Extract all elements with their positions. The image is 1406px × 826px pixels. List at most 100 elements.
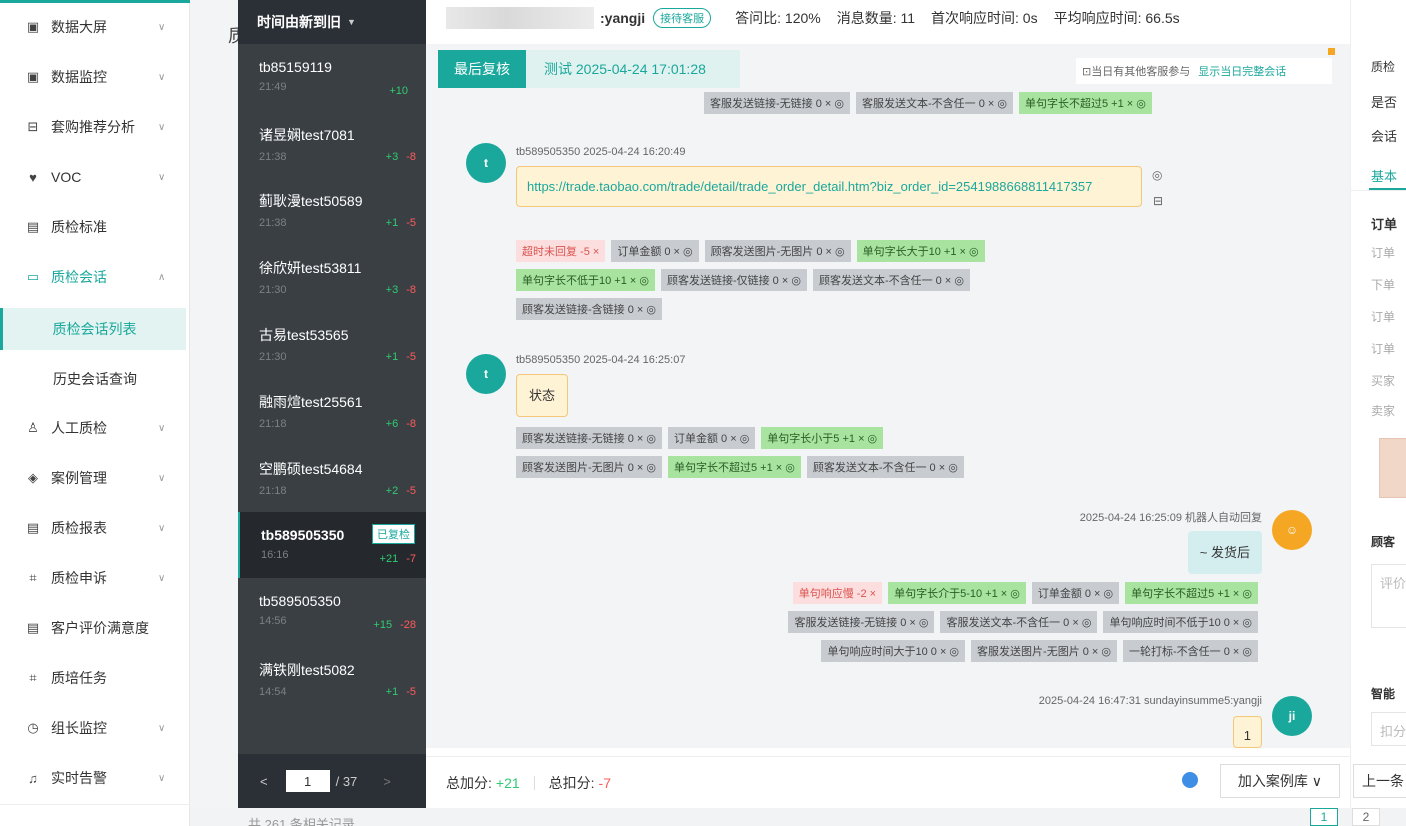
comment-textarea[interactable]: 评价 xyxy=(1371,564,1406,628)
session-item[interactable]: 徐欣妍test53811 21:30 +3 -8 xyxy=(238,243,426,309)
panel-text: 会话 xyxy=(1371,129,1398,144)
qc-tag[interactable]: 单句字长不超过5 +1 × ◎ xyxy=(1018,92,1152,114)
add-to-case-library-button[interactable]: 加入案例库 ∨ xyxy=(1220,764,1340,798)
session-item[interactable]: 蓟耿漫test50589 21:38 +1 -5 xyxy=(238,176,426,242)
satisfaction-icon: ▤ xyxy=(26,620,40,635)
qc-tag[interactable]: 单句响应时间不低于10 0 × ◎ xyxy=(1103,611,1258,633)
panel-text: 订单 xyxy=(1371,217,1398,232)
qc-tag[interactable]: 客服发送图片-无图片 0 × ◎ xyxy=(971,640,1118,662)
message-bubble[interactable]: 状态 xyxy=(516,374,569,417)
agent-avatar: ji xyxy=(1272,696,1312,736)
caret-down-icon: ▼ xyxy=(347,17,356,27)
qc-tag[interactable]: 顾客发送链接-仅链接 0 × ◎ xyxy=(660,269,807,291)
qc-tag[interactable]: 订单金额 0 × ◎ xyxy=(1031,582,1120,604)
nav-item-qc-appeal[interactable]: ⌗ 质检申诉 ∨ xyxy=(0,553,190,603)
message-bubble-agent[interactable]: 1 xyxy=(1232,716,1262,748)
qc-tag[interactable]: 客服发送链接-无链接 0 × ◎ xyxy=(788,611,935,633)
role-tag: 接待客服 xyxy=(653,8,712,28)
panel-text: 质检 xyxy=(1371,60,1396,74)
session-item[interactable]: 诸昱娴test7081 21:38 +3 -8 xyxy=(238,110,426,176)
comment-icon[interactable]: ⊟ xyxy=(1153,194,1163,208)
nav-item-qc-report[interactable]: ▤ 质检报表 ∨ xyxy=(0,503,190,553)
page-input[interactable]: 1 xyxy=(285,770,330,792)
qc-tag-row: 单句响应时间大于10 0 × ◎ 客服发送图片-无图片 0 × ◎ 一轮打标-不… xyxy=(821,640,1258,662)
qc-tag[interactable]: 客服发送文本-不含任一 0 × ◎ xyxy=(855,92,1013,114)
session-item[interactable]: 古易test53565 21:30 +1 -5 xyxy=(238,310,426,376)
dashboard-icon: ▣ xyxy=(26,19,40,34)
total-minus: -7 xyxy=(598,774,611,791)
qc-tag-row: 客服发送链接-无链接 0 × ◎ 客服发送文本-不含任一 0 × ◎ 单句字长不… xyxy=(704,92,1152,114)
previous-button[interactable]: 上一条 xyxy=(1353,764,1406,798)
total-pages: / 37 xyxy=(335,773,358,789)
qc-tag[interactable]: 订单金额 0 × ◎ xyxy=(611,240,699,262)
sort-dropdown[interactable]: 时间由新到旧 ▼ xyxy=(238,0,426,44)
qc-tag[interactable]: 顾客发送链接-含链接 0 × ◎ xyxy=(516,298,662,320)
qc-tag[interactable]: 单句响应时间大于10 0 × ◎ xyxy=(821,640,966,662)
chat-icon: ▭ xyxy=(26,269,40,284)
message-meta: 2025-04-24 16:25:09 机器人自动回复 xyxy=(1079,512,1262,524)
qc-tag[interactable]: 顾客发送文本-不含任一 0 × ◎ xyxy=(812,269,970,291)
page-button-1[interactable]: 1 xyxy=(1310,808,1338,826)
nav-sub-history-query[interactable]: 历史会话查询 xyxy=(0,358,190,400)
chevron-up-icon: ∧ xyxy=(158,271,166,283)
case-icon: ◈ xyxy=(28,470,38,485)
page-button-2[interactable]: 2 xyxy=(1352,808,1380,826)
panel-text: 订单 xyxy=(1371,342,1396,356)
session-item-active[interactable]: tb589505350 已复检 16:16 +21 -7 xyxy=(238,512,426,578)
nav-item-data-monitor[interactable]: ▣ 数据监控 ∨ xyxy=(0,52,190,102)
eye-icon[interactable]: ◎ xyxy=(1152,168,1162,182)
assistant-icon[interactable] xyxy=(1182,772,1198,788)
nav-item-case-management[interactable]: ◈ 案例管理 ∨ xyxy=(0,453,190,503)
nav-sub-session-list[interactable]: 质检会话列表 xyxy=(0,308,186,350)
prev-page-button[interactable]: < xyxy=(260,774,268,789)
nav-collapse-bar[interactable] xyxy=(0,804,190,826)
report-icon: ▤ xyxy=(26,520,40,535)
app-root: ▣ 数据大屏 ∨ ▣ 数据监控 ∨ ⊟ 套购推荐分析 ∨ ♥ VOC ∨ ▤ 质检标准 ▭ 质检会话… xyxy=(0,0,1406,826)
qc-tag[interactable]: 单句字长介于5-10 +1 × ◎ xyxy=(888,582,1026,604)
nav-item-leader-monitor[interactable]: ◷ 组长监控 ∨ xyxy=(0,703,190,753)
next-page-button[interactable]: > xyxy=(383,774,391,789)
nav-item-recommend-analysis[interactable]: ⊟ 套购推荐分析 ∨ xyxy=(0,102,190,152)
session-item[interactable]: tb589505350 14:56 +15 -28 xyxy=(238,578,426,644)
qc-tag[interactable]: 客服发送链接-无链接 0 × ◎ xyxy=(704,92,850,114)
first-response-time: 首次响应时间: 0s xyxy=(931,10,1038,26)
nav-item-voc[interactable]: ♥ VOC ∨ xyxy=(0,152,190,202)
deduct-input[interactable]: 扣分 xyxy=(1371,712,1406,746)
session-item[interactable]: tb85159119 21:49 +10 xyxy=(238,44,426,110)
session-item[interactable]: 空鹏硕test54684 21:18 +2 -5 xyxy=(238,444,426,510)
nav-item-data-screen[interactable]: ▣ 数据大屏 ∨ xyxy=(0,2,190,52)
qc-tag[interactable]: 一轮打标-不含任一 0 × ◎ xyxy=(1123,640,1258,662)
product-image[interactable] xyxy=(1379,438,1406,498)
qc-tag[interactable]: 顾客发送文本-不含任一 0 × ◎ xyxy=(806,456,964,478)
nav-item-qc-standard[interactable]: ▤ 质检标准 xyxy=(0,202,190,252)
qc-tag[interactable]: 单句字长不超过5 +1 × ◎ xyxy=(667,456,801,478)
nav-item-satisfaction[interactable]: ▤ 客户评价满意度 xyxy=(0,603,190,653)
qc-tag[interactable]: 顾客发送链接-无链接 0 × ◎ xyxy=(516,427,662,449)
qc-tag[interactable]: 单句字长不超过5 +1 × ◎ xyxy=(1125,582,1258,604)
divider xyxy=(1351,190,1406,191)
qc-tag[interactable]: 订单金额 0 × ◎ xyxy=(667,427,756,449)
qc-tag[interactable]: 单句响应慢 -2 × xyxy=(792,582,883,604)
nav-item-qc-session[interactable]: ▭ 质检会话 ∧ xyxy=(0,252,190,302)
qc-tag[interactable]: 单句字长大于10 +1 × ◎ xyxy=(856,240,985,262)
qc-tag[interactable]: 超时未回复 -5 × xyxy=(516,240,606,262)
nav-item-realtime-alert[interactable]: ♫ 实时告警 ∨ xyxy=(0,753,190,803)
tab-basic-info[interactable]: 基本 xyxy=(1371,166,1397,185)
session-item[interactable]: 融雨煊test25561 21:18 +6 -8 xyxy=(238,377,426,443)
session-item[interactable]: 满铁刚test5082 14:54 +1 -5 xyxy=(238,645,426,711)
qc-tag[interactable]: 单句字长不低于10 +1 × ◎ xyxy=(516,269,655,291)
nav-item-manual-qc[interactable]: ♙ 人工质检 ∨ xyxy=(0,403,190,453)
other-agent-notice: ⊡ 当日有其他客服参与 显示当日完整会话 xyxy=(1076,58,1332,84)
message-bubble-agent[interactable]: ~ 发货后 xyxy=(1187,531,1262,574)
answer-ratio: 答问比: 120% xyxy=(735,10,821,26)
qc-tag[interactable]: 单句字长小于5 +1 × ◎ xyxy=(761,427,884,449)
qc-tag[interactable]: 客服发送文本-不含任一 0 × ◎ xyxy=(940,611,1098,633)
panel-text: 卖家 xyxy=(1371,404,1396,418)
nav-item-training-task[interactable]: ⌗ 质培任务 xyxy=(0,653,190,703)
show-full-session-link[interactable]: 显示当日完整会话 xyxy=(1198,63,1286,79)
person-icon: ♙ xyxy=(27,420,39,435)
qc-tag[interactable]: 顾客发送图片-无图片 0 × ◎ xyxy=(516,456,662,478)
message-bubble-link[interactable]: https://trade.taobao.com/trade/detail/tr… xyxy=(516,166,1142,207)
qc-tag[interactable]: 顾客发送图片-无图片 0 × ◎ xyxy=(704,240,851,262)
background-footer: 共 261 条相关记录 xyxy=(190,808,1406,826)
